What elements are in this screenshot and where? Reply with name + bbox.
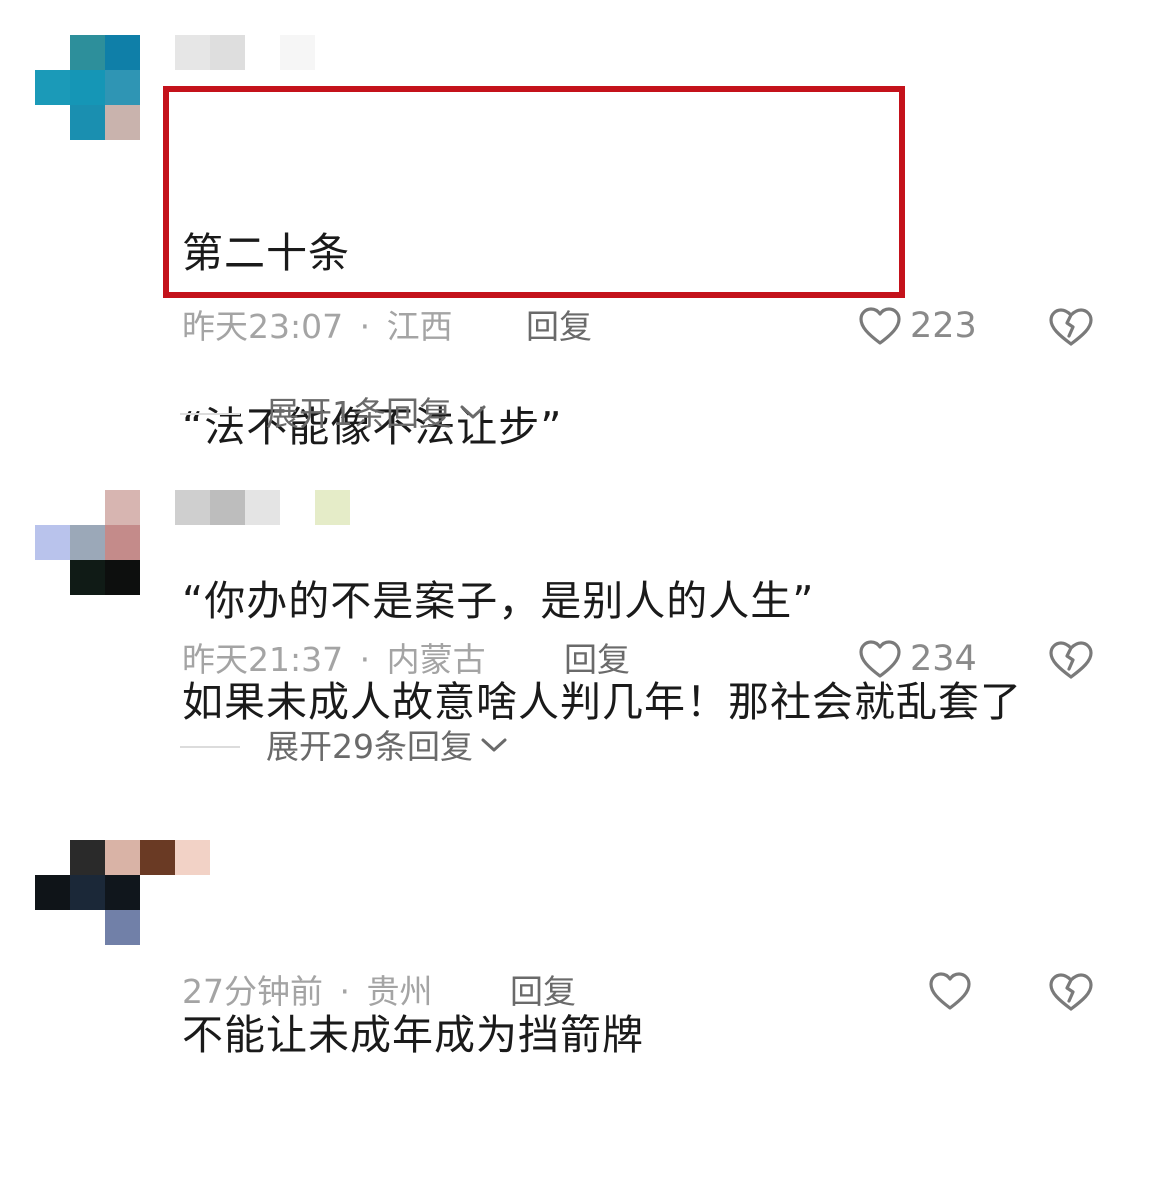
like-button[interactable]: 234 [858, 639, 977, 679]
meta-separator: · [359, 640, 371, 679]
dislike-button[interactable] [1048, 639, 1094, 685]
timestamp: 27分钟前 [182, 972, 323, 1011]
comment-meta: 昨天23:07 · 江西 [182, 307, 453, 347]
avatar-fragment [105, 875, 140, 910]
avatar-fragment [105, 490, 140, 525]
comment-meta: 27分钟前 · 贵州 [182, 972, 433, 1012]
like-count: 223 [910, 306, 977, 346]
expand-replies-label: 展开29条回复 [266, 727, 473, 766]
dislike-button[interactable] [1048, 306, 1094, 352]
chevron-down-icon [473, 735, 509, 759]
broken-heart-icon [1048, 973, 1094, 1017]
dislike-button[interactable] [1048, 971, 1094, 1017]
comment-text: 不能让未成年成为挡箭牌 [182, 890, 644, 1180]
expand-replies-label: 展开1条回复 [266, 394, 452, 433]
broken-heart-icon [1048, 308, 1094, 352]
comment-text: 如果未成人故意啥人判几年！那社会就乱套了 [182, 557, 1022, 847]
expand-replies[interactable]: 展开1条回复 [180, 394, 488, 434]
chevron-down-icon [452, 402, 488, 426]
comment-text-line: 第二十条 [182, 229, 350, 277]
heart-icon [858, 306, 902, 346]
like-button[interactable] [928, 971, 980, 1011]
expand-replies[interactable]: 展开29条回复 [180, 727, 509, 767]
location: 内蒙古 [386, 640, 486, 679]
comment-text-line: 如果未成人故意啥人判几年！那社会就乱套了 [182, 678, 1022, 726]
comment-meta: 昨天21:37 · 内蒙古 [182, 640, 486, 680]
location: 江西 [386, 307, 453, 346]
like-count: 234 [910, 639, 977, 679]
like-button[interactable]: 223 [858, 306, 977, 346]
avatar[interactable] [35, 35, 140, 140]
meta-separator: · [339, 972, 351, 1011]
timestamp: 昨天21:37 [182, 640, 344, 679]
heart-icon [858, 639, 902, 679]
broken-heart-icon [1048, 641, 1094, 685]
divider-line [180, 746, 240, 748]
location: 贵州 [366, 972, 433, 1011]
meta-separator: · [359, 307, 371, 346]
comment-text-line: 不能让未成年成为挡箭牌 [182, 1011, 644, 1059]
divider-line [180, 413, 240, 415]
reply-button[interactable]: 回复 [526, 307, 592, 347]
reply-button[interactable]: 回复 [564, 640, 630, 680]
timestamp: 昨天23:07 [182, 307, 344, 346]
heart-icon [928, 971, 972, 1011]
reply-button[interactable]: 回复 [510, 972, 576, 1012]
